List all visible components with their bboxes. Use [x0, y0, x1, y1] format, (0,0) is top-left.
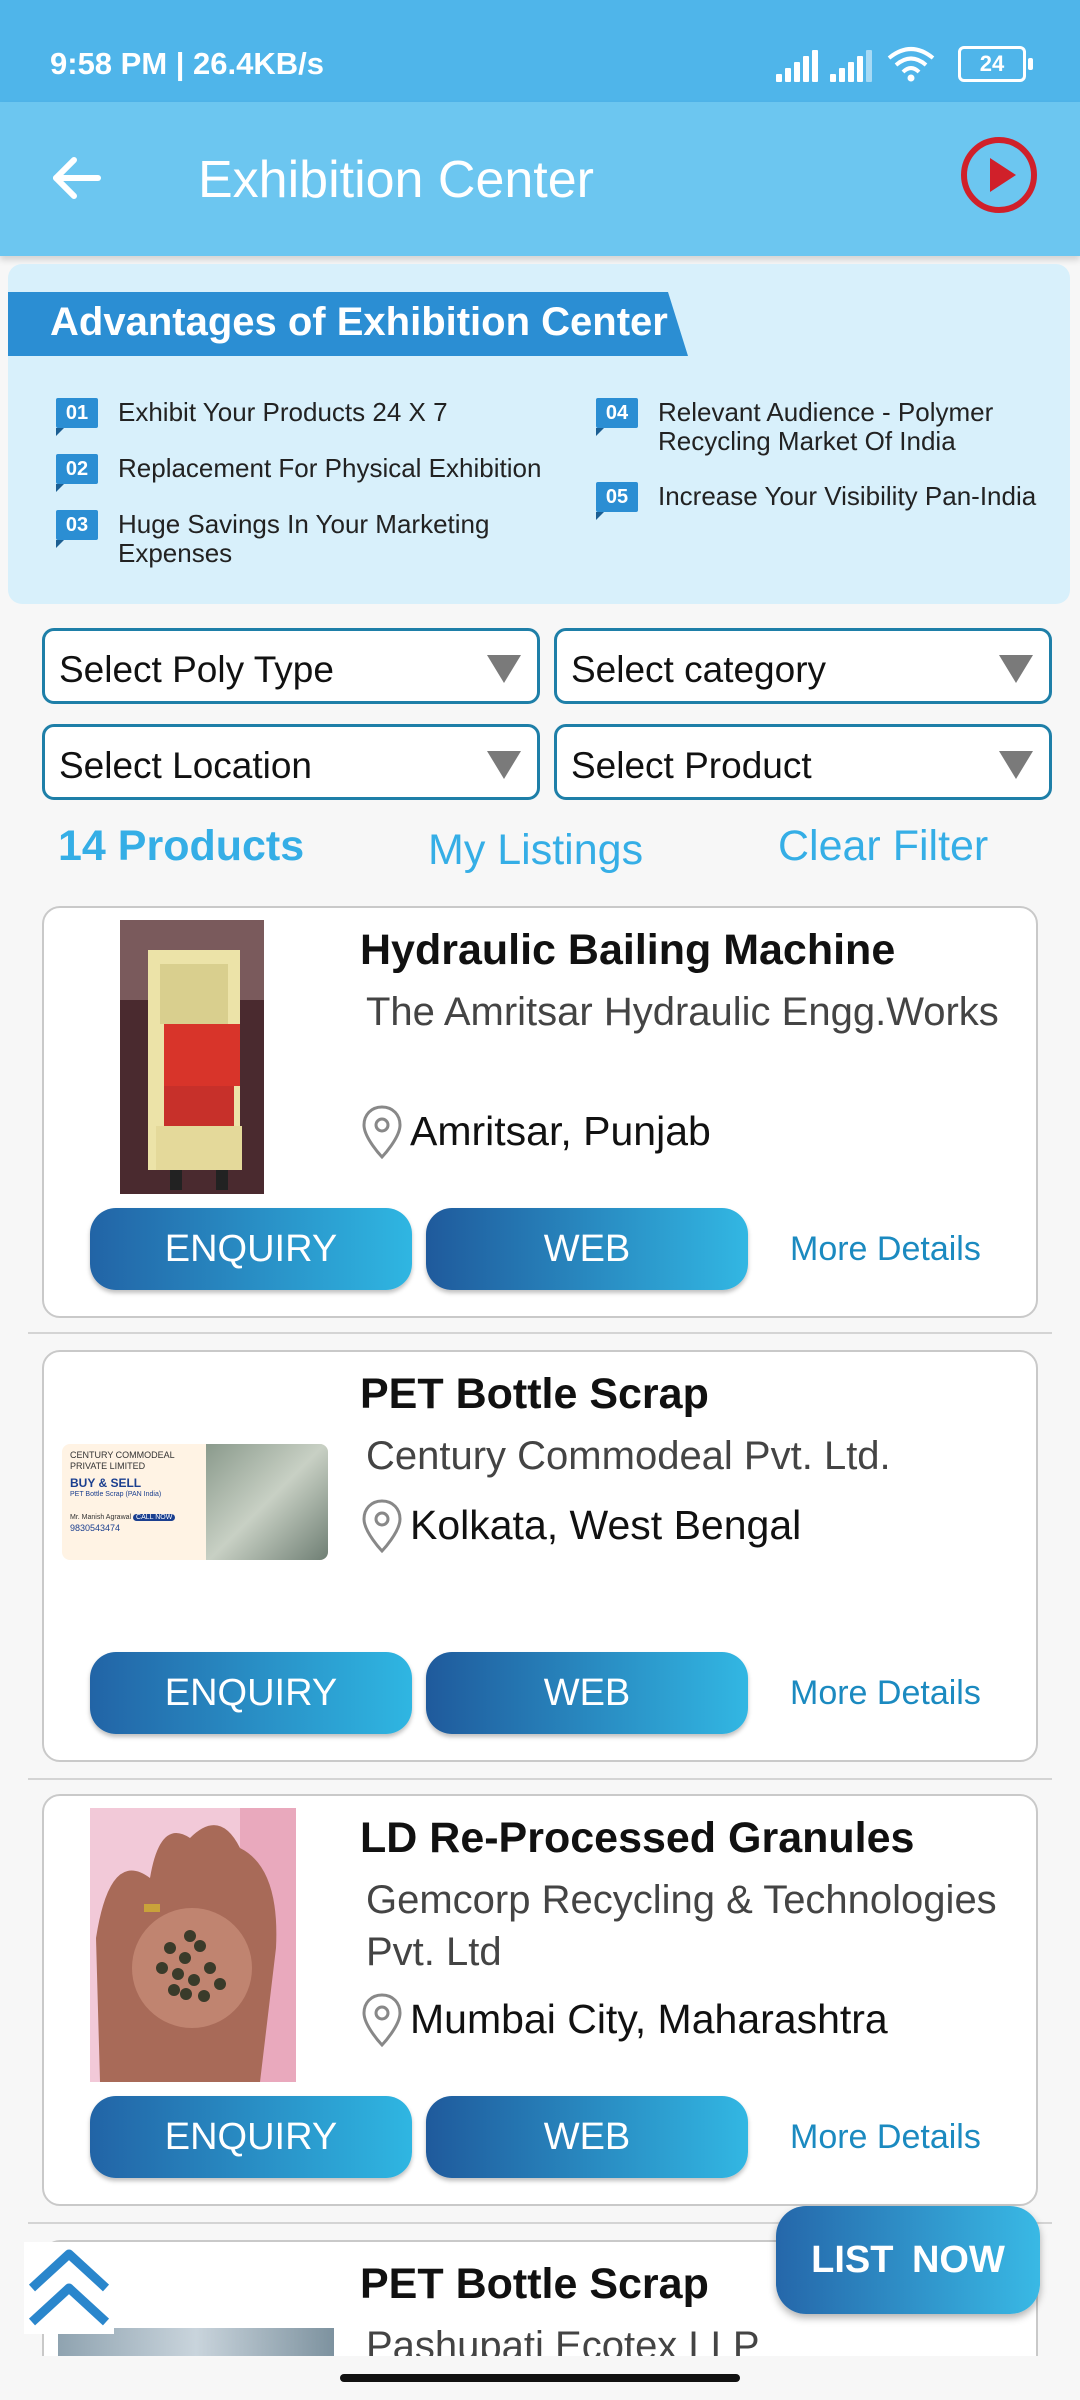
product-image: CENTURY COMMODEAL PRIVATE LIMITED BUY & … — [62, 1444, 328, 1560]
web-button[interactable]: WEB — [426, 2096, 748, 2178]
product-image — [120, 920, 264, 1194]
scroll-top-button[interactable] — [24, 2242, 114, 2334]
scroll-top-icon — [28, 2249, 110, 2326]
advantage-item: 04 Relevant Audience - Polymer Recycling… — [588, 398, 1058, 462]
app-bar: Exhibition Center — [0, 102, 1080, 256]
product-select[interactable]: Select Product — [554, 724, 1052, 800]
product-company: Pashupati Ecotex LLP — [366, 2324, 760, 2356]
gesture-bar — [340, 2374, 740, 2382]
product-select-value: Select Product — [571, 745, 812, 786]
battery-icon: 24 — [958, 46, 1033, 82]
category-select[interactable]: Select category — [554, 628, 1052, 704]
advantage-text: Huge Savings In Your Marketing Expenses — [118, 509, 490, 568]
list-now-button[interactable]: LIST NOW — [776, 2206, 1040, 2314]
product-card[interactable]: LD Re-Processed Granules Gemcorp Recycli… — [42, 1794, 1038, 2206]
advantage-item: 02 Replacement For Physical Exhibition — [48, 454, 568, 494]
advantage-item: 03 Huge Savings In Your Marketing Expens… — [48, 510, 568, 574]
advantage-item: 05 Increase Your Visibility Pan-India — [588, 482, 1058, 522]
location-pin-icon — [362, 1993, 402, 2048]
advantage-number: 04 — [596, 398, 638, 436]
location-select-value: Select Location — [59, 745, 313, 786]
enquiry-button[interactable]: ENQUIRY — [90, 1208, 412, 1290]
advantage-number: 01 — [56, 398, 98, 436]
poly-type-select[interactable]: Select Poly Type — [42, 628, 540, 704]
product-card[interactable]: Hydraulic Bailing Machine The Amritsar H… — [42, 906, 1038, 1318]
clear-filter-link[interactable]: Clear Filter — [778, 822, 988, 871]
image-caption: CENTURY COMMODEAL PRIVATE LIMITED BUY & … — [70, 1450, 176, 1533]
product-company: Century Commodeal Pvt. Ltd. — [366, 1434, 891, 1478]
product-company: Gemcorp Recycling & Technologies Pvt. Lt… — [366, 1878, 997, 1974]
product-title: LD Re-Processed Granules — [360, 1814, 915, 1862]
advantage-text: Relevant Audience - Polymer Recycling Ma… — [658, 397, 994, 456]
status-icons: 24 — [776, 46, 1036, 82]
dropdown-arrow-icon — [487, 751, 521, 779]
web-button[interactable]: WEB — [426, 1652, 748, 1734]
product-title: PET Bottle Scrap — [360, 1370, 709, 1418]
more-details-link[interactable]: More Details — [790, 1674, 981, 1713]
product-image — [90, 1808, 296, 2082]
advantages-title: Advantages of Exhibition Center — [50, 300, 668, 344]
play-icon[interactable] — [958, 134, 1040, 216]
product-count: 14 Products — [58, 822, 305, 870]
signal-icon-2 — [830, 50, 872, 82]
wifi-icon — [887, 47, 935, 82]
location-text: Amritsar, Punjab — [410, 1108, 711, 1154]
location-select[interactable]: Select Location — [42, 724, 540, 800]
advantage-number: 02 — [56, 454, 98, 492]
more-details-link[interactable]: More Details — [790, 1230, 981, 1269]
my-listings-link[interactable]: My Listings — [428, 826, 643, 875]
poly-type-select-value: Select Poly Type — [59, 649, 334, 690]
category-select-value: Select category — [571, 649, 827, 690]
enquiry-button[interactable]: ENQUIRY — [90, 1652, 412, 1734]
product-location: Mumbai City, Maharashtra — [360, 1992, 1000, 2052]
status-time: 9:58 PM | 26.4KB/s — [50, 46, 325, 81]
card-divider — [28, 1332, 1052, 1334]
location-pin-icon — [362, 1105, 402, 1160]
product-location: Amritsar, Punjab — [360, 1104, 1000, 1164]
product-company: The Amritsar Hydraulic Engg.Works — [366, 990, 999, 1034]
more-details-link[interactable]: More Details — [790, 2118, 981, 2157]
dropdown-arrow-icon — [999, 751, 1033, 779]
back-arrow-icon[interactable] — [40, 142, 112, 214]
advantages-banner: Advantages of Exhibition Center — [8, 292, 688, 356]
advantage-text: Exhibit Your Products 24 X 7 — [118, 397, 448, 427]
dropdown-arrow-icon — [487, 655, 521, 683]
page-title: Exhibition Center — [198, 151, 594, 209]
filter-actions: 14 Products My Listings Clear Filter — [0, 822, 1080, 882]
signal-icon — [776, 50, 818, 82]
advantage-text: Increase Your Visibility Pan-India — [658, 481, 1037, 511]
advantage-number: 05 — [596, 482, 638, 520]
product-location: Kolkata, West Bengal — [360, 1498, 1000, 1558]
status-bar: 9:58 PM | 26.4KB/s 24 — [0, 0, 1080, 102]
advantages-panel: Advantages of Exhibition Center 01 Exhib… — [8, 264, 1070, 604]
location-text: Kolkata, West Bengal — [410, 1502, 802, 1548]
product-card[interactable]: CENTURY COMMODEAL PRIVATE LIMITED BUY & … — [42, 1350, 1038, 1762]
advantage-number: 03 — [56, 510, 98, 548]
card-divider — [28, 1778, 1052, 1780]
dropdown-arrow-icon — [999, 655, 1033, 683]
product-title: Hydraulic Bailing Machine — [360, 926, 896, 974]
advantage-text: Replacement For Physical Exhibition — [118, 453, 542, 483]
web-button[interactable]: WEB — [426, 1208, 748, 1290]
advantage-item: 01 Exhibit Your Products 24 X 7 — [48, 398, 568, 438]
enquiry-button[interactable]: ENQUIRY — [90, 2096, 412, 2178]
location-pin-icon — [362, 1499, 402, 1554]
location-text: Mumbai City, Maharashtra — [410, 1996, 888, 2042]
product-title: PET Bottle Scrap — [360, 2260, 709, 2308]
